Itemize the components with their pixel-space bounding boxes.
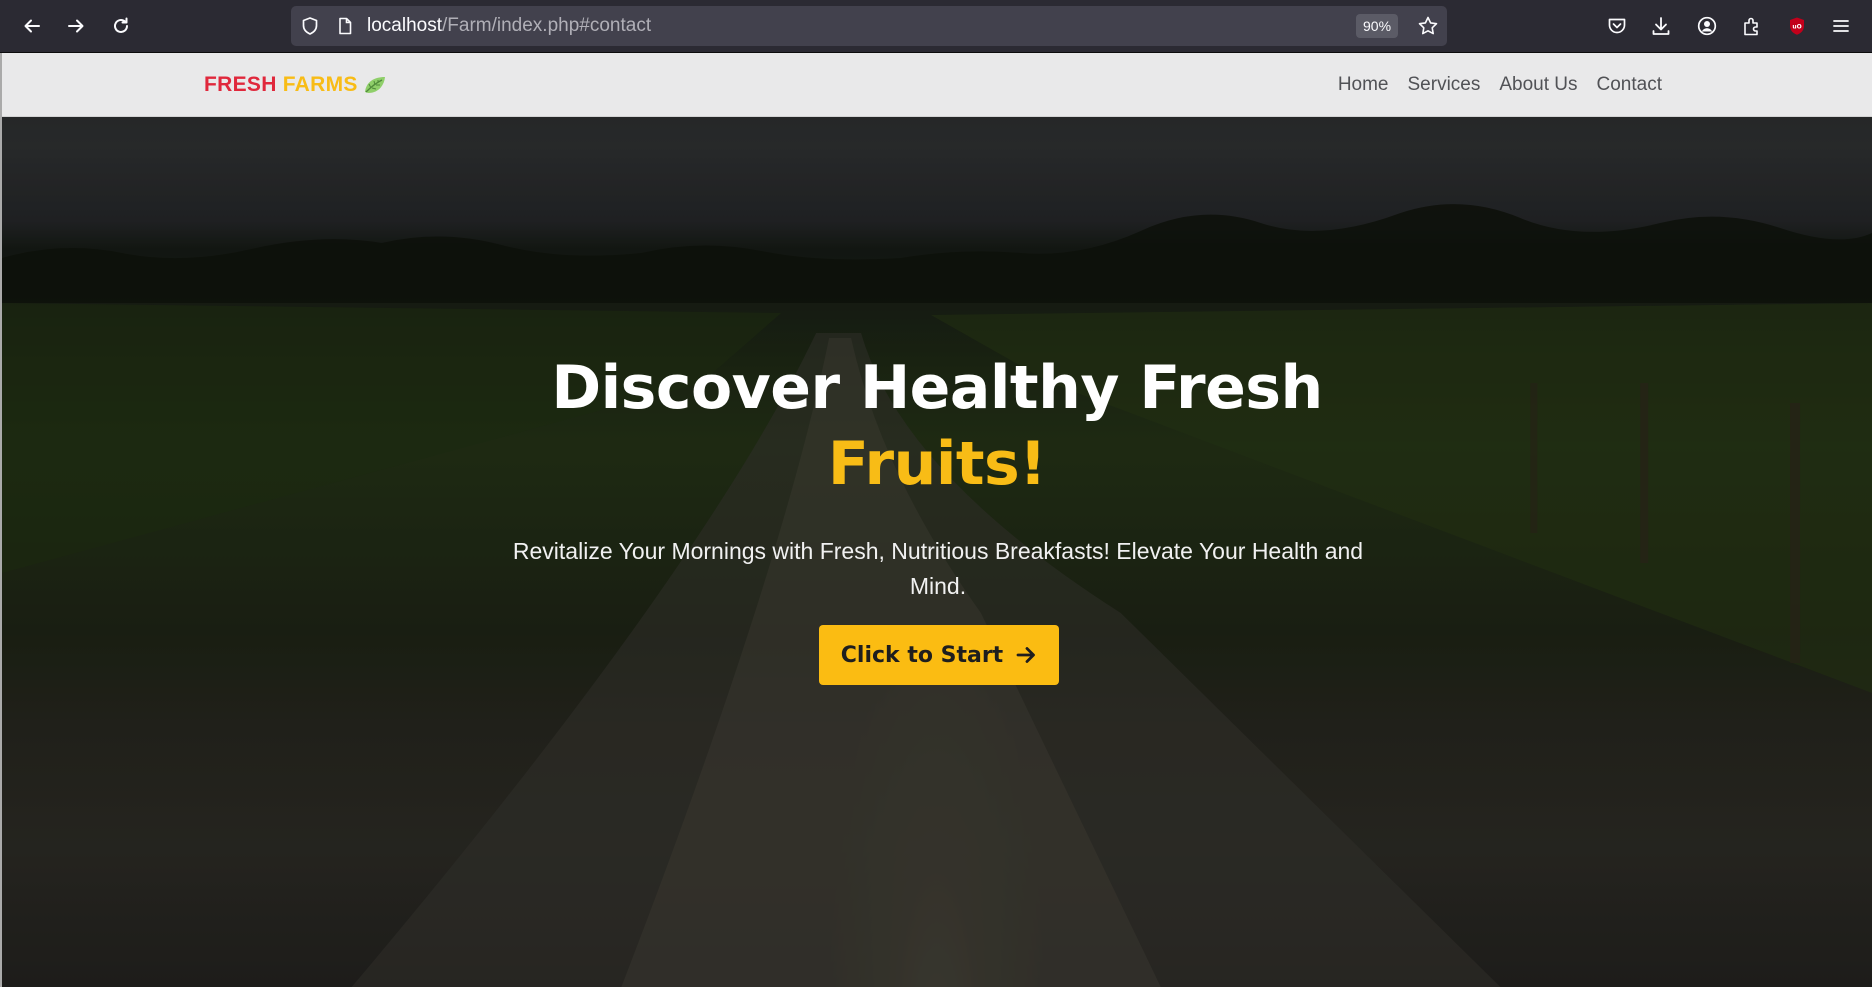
forward-icon xyxy=(68,19,84,33)
nav-link-contact[interactable]: Contact xyxy=(1597,74,1662,96)
brand-word-farms: FARMS xyxy=(282,73,358,96)
account-button[interactable] xyxy=(1694,13,1720,39)
shield-icon[interactable] xyxy=(300,16,320,36)
app-menu-button[interactable] xyxy=(1828,13,1854,39)
back-icon xyxy=(24,19,40,33)
hero-title: Discover Healthy Fresh Fruits! xyxy=(2,350,1872,502)
nav-link-home[interactable]: Home xyxy=(1338,74,1389,96)
nav-link-about[interactable]: About Us xyxy=(1499,74,1577,96)
star-icon[interactable] xyxy=(1417,15,1439,37)
forward-button[interactable] xyxy=(59,9,93,43)
page-viewport: FRESH FARMS Home Services About Us Conta… xyxy=(0,53,1872,987)
ublock-icon: uO xyxy=(1790,17,1804,35)
arrow-right-icon xyxy=(1016,647,1036,663)
hero-title-accent: Fruits! xyxy=(827,429,1047,499)
menu-icon xyxy=(1833,20,1849,32)
url-path: /Farm/index.php#contact xyxy=(442,15,652,36)
download-icon xyxy=(1652,17,1670,35)
hero-subtitle: Revitalize Your Mornings with Fresh, Nut… xyxy=(512,538,1364,599)
reload-button[interactable] xyxy=(104,9,138,43)
brand-logo[interactable]: FRESH FARMS xyxy=(204,70,388,100)
url-host: localhost xyxy=(367,15,442,36)
account-icon xyxy=(1697,16,1717,36)
reload-icon xyxy=(114,17,128,33)
extensions-icon xyxy=(1744,17,1758,36)
hero-title-line: Discover Healthy Fresh xyxy=(551,353,1323,423)
cta-label: Click to Start xyxy=(840,642,1004,668)
url-text[interactable]: localhost/Farm/index.php#contact xyxy=(367,15,651,37)
zoom-level-badge[interactable]: 90% xyxy=(1356,14,1399,38)
back-button[interactable] xyxy=(15,9,49,43)
downloads-button[interactable] xyxy=(1648,13,1674,39)
extensions-button[interactable] xyxy=(1739,13,1765,39)
hero-dark-overlay xyxy=(2,53,1872,987)
browser-toolbar: localhost/Farm/index.php#contact 90% uO xyxy=(0,0,1872,53)
page-icon[interactable] xyxy=(335,16,355,36)
ublock-button[interactable]: uO xyxy=(1784,13,1810,39)
main-nav: Home Services About Us Contact xyxy=(1319,71,1662,99)
leaf-icon xyxy=(364,77,385,93)
pocket-icon xyxy=(1608,18,1626,34)
pocket-button[interactable] xyxy=(1604,13,1630,39)
click-to-start-button[interactable]: Click to Start xyxy=(819,625,1059,685)
svg-text:uO: uO xyxy=(1792,24,1801,31)
nav-link-services[interactable]: Services xyxy=(1408,74,1481,96)
brand-word-fresh: FRESH xyxy=(204,73,277,96)
url-bar[interactable]: localhost/Farm/index.php#contact 90% xyxy=(291,6,1447,46)
site-navbar: FRESH FARMS Home Services About Us Conta… xyxy=(2,53,1872,117)
